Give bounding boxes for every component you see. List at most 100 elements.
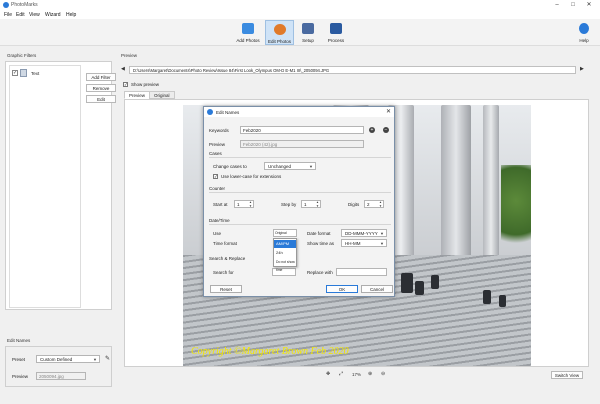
keywords-input[interactable]: Feb2020 xyxy=(240,126,364,134)
menu-edit[interactable]: Edit xyxy=(16,12,25,18)
show-preview-checkbox[interactable]: ✓ xyxy=(123,82,128,87)
zoom-out-icon[interactable]: ⊖ xyxy=(381,371,385,377)
preview-field: Feb2020 (42).jpg xyxy=(240,140,364,148)
file-path-field[interactable]: D:\Users\Margaret\Documents\Photo Review… xyxy=(129,66,576,74)
digits-label: Digits xyxy=(348,202,360,207)
change-cases-select[interactable]: Unchanged ▼ xyxy=(264,162,316,170)
next-arrow-icon[interactable]: ▶ xyxy=(580,66,584,72)
edit-photos-label: Edit Photos xyxy=(267,39,291,44)
photo-person xyxy=(499,295,506,307)
toolbar: Add Photos Edit Photos Setup Process Hel… xyxy=(0,19,600,46)
actual-size-icon[interactable]: ⤢ xyxy=(339,371,343,377)
cases-heading: Cases xyxy=(209,151,222,156)
stepper-arrows-icon[interactable]: ▲ ▼ xyxy=(316,201,319,207)
time-option-none[interactable]: Do not show time xyxy=(274,258,296,272)
preset-value: Custom Defined xyxy=(40,357,73,362)
lowercase-ext-checkbox[interactable]: ✓ xyxy=(213,174,218,179)
add-photos-label: Add Photos xyxy=(236,38,260,43)
menu-view[interactable]: View xyxy=(29,12,40,18)
edit-names-dialog: Edit Names ✕ Keywords Feb2020 + − Previe… xyxy=(203,106,395,297)
ok-button[interactable]: OK xyxy=(326,285,358,293)
app-logo-icon xyxy=(3,2,9,8)
photo-person xyxy=(415,281,424,295)
show-time-value: HH-MM xyxy=(345,241,361,246)
search-replace-heading: Search & Replace xyxy=(209,256,246,261)
use-select[interactable]: Original photo date xyxy=(273,229,297,242)
zoom-in-icon[interactable]: ⊕ xyxy=(368,371,372,377)
time-option-24h[interactable]: 24h xyxy=(274,249,296,257)
step-by-value: 1 xyxy=(304,202,307,207)
copyright-watermark: Copyright ©Margaret Brown Feb 2020 xyxy=(191,346,349,357)
replace-with-label: Replace with xyxy=(307,270,333,275)
preset-select[interactable]: Custom Defined ▼ xyxy=(36,355,100,363)
date-format-select[interactable]: DD-MMM-YYYY ▼ xyxy=(341,229,387,237)
use-label: Use xyxy=(213,231,222,236)
date-format-value: DD-MMM-YYYY xyxy=(345,231,378,236)
text-filter-icon xyxy=(20,69,27,77)
process-button[interactable]: Process xyxy=(322,20,350,45)
filter-list: ✓ Text xyxy=(9,65,81,308)
add-keyword-icon[interactable]: + xyxy=(369,127,375,133)
preview-label: Preview xyxy=(209,142,226,147)
close-icon[interactable]: ✕ xyxy=(584,1,594,9)
help-button[interactable]: Help xyxy=(574,20,594,45)
digits-stepper[interactable]: 2 ▲ ▼ xyxy=(364,200,384,208)
keywords-label: Keywords xyxy=(209,128,229,133)
add-filter-button[interactable]: Add Filter xyxy=(86,73,116,81)
pencil-icon[interactable]: ✎ xyxy=(105,355,110,362)
time-format-dropdown: AM/PM 24h Do not show time xyxy=(273,238,297,272)
tab-preview[interactable]: Preview xyxy=(124,91,151,99)
dialog-logo-icon xyxy=(207,109,213,115)
setup-button[interactable]: Setup xyxy=(296,20,320,45)
filter-item[interactable]: ✓ Text xyxy=(12,69,72,78)
cancel-button[interactable]: Cancel xyxy=(361,285,393,293)
menu-help[interactable]: Help xyxy=(66,12,76,18)
tab-original[interactable]: Original xyxy=(149,91,175,99)
start-at-stepper[interactable]: 1 ▲ ▼ xyxy=(234,200,254,208)
stepper-arrows-icon[interactable]: ▲ ▼ xyxy=(249,201,252,207)
chevron-down-icon: ▼ xyxy=(380,241,384,246)
edit-names-panel: Preset Custom Defined ▼ ✎ Preview 205009… xyxy=(5,346,112,387)
switch-view-button[interactable]: Switch View xyxy=(551,371,583,379)
fit-icon[interactable]: ✥ xyxy=(326,371,330,377)
datetime-divider xyxy=(209,224,391,225)
stepper-arrows-icon[interactable]: ▲ ▼ xyxy=(379,201,382,207)
change-cases-value: Unchanged xyxy=(268,164,292,169)
edit-filter-button[interactable]: Edit xyxy=(86,95,116,103)
filter-checkbox[interactable]: ✓ xyxy=(12,70,18,76)
dialog-title: Edit Names xyxy=(216,110,240,115)
add-photos-button[interactable]: Add Photos xyxy=(233,20,263,45)
show-time-select[interactable]: HH-MM ▼ xyxy=(341,239,387,247)
show-time-label: Show time as xyxy=(307,241,335,246)
digits-value: 2 xyxy=(367,202,370,207)
remove-keyword-icon[interactable]: − xyxy=(383,127,389,133)
edit-photos-button[interactable]: Edit Photos xyxy=(265,20,294,45)
close-icon[interactable]: ✕ xyxy=(386,108,391,115)
reset-button[interactable]: Reset xyxy=(210,285,242,293)
start-at-label: Start at xyxy=(213,202,228,207)
chevron-down-icon: ▼ xyxy=(93,357,97,362)
time-option-ampm[interactable]: AM/PM xyxy=(274,240,296,248)
photo-person xyxy=(483,290,491,304)
menu-wizard[interactable]: Wizard xyxy=(45,12,61,18)
start-at-value: 1 xyxy=(237,202,240,207)
preview-name-field: 2050094.jpg xyxy=(36,372,86,380)
prev-arrow-icon[interactable]: ◀ xyxy=(121,66,125,72)
photo-column xyxy=(483,105,499,280)
add-photos-icon xyxy=(242,23,254,34)
maximize-icon[interactable]: □ xyxy=(568,1,578,9)
app-title: PhotoMarks xyxy=(11,2,38,8)
minimize-icon[interactable]: – xyxy=(552,1,562,9)
change-cases-label: Change cases to xyxy=(213,164,247,169)
search-for-label: Search for xyxy=(213,270,234,275)
counter-divider xyxy=(209,192,391,193)
photo-person xyxy=(431,275,439,289)
step-by-stepper[interactable]: 1 ▲ ▼ xyxy=(301,200,321,208)
remove-filter-button[interactable]: Remove xyxy=(86,84,116,92)
replace-with-input[interactable] xyxy=(336,268,387,276)
edit-names-heading: Edit Names xyxy=(7,338,31,343)
graphic-filters-panel: ✓ Text Add Filter Remove Edit xyxy=(5,61,116,310)
step-by-label: Step by xyxy=(281,202,297,207)
menu-file[interactable]: File xyxy=(4,12,12,18)
lowercase-ext-label: Use lower-case for extensions xyxy=(221,174,282,179)
